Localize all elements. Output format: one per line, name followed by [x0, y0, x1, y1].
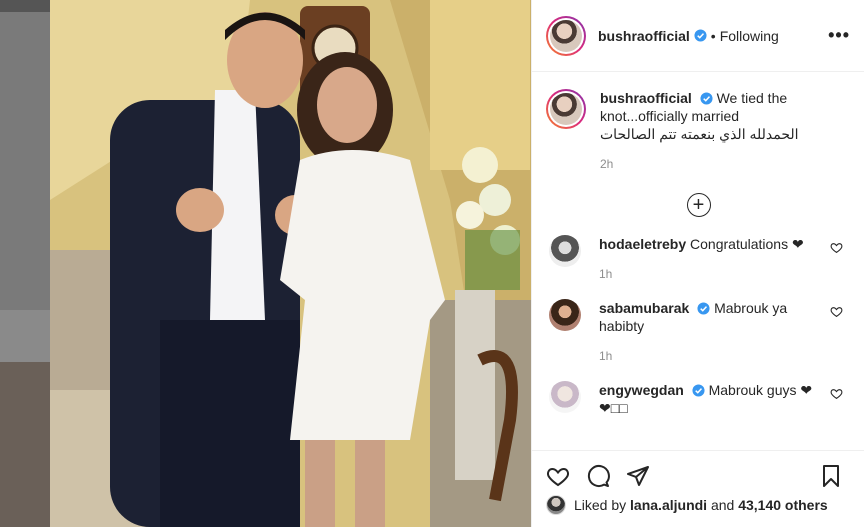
comment-body: engywegdan Mabrouk guys ❤ ❤□□	[599, 381, 825, 417]
backdrop-shape	[0, 0, 50, 12]
comments-list[interactable]: bushraofficial We tied the knot...offici…	[532, 73, 864, 450]
caption-avatar-inner	[548, 91, 584, 127]
comment-row: hodaeletreby Congratulations ❤ 1h	[546, 235, 851, 283]
comment-username[interactable]: engywegdan	[599, 382, 684, 398]
like-comment-heart-icon[interactable]	[830, 241, 843, 254]
author-avatar-image	[550, 19, 582, 52]
likes-and: and	[710, 497, 735, 513]
post-header: bushraofficial • Following •••	[532, 0, 864, 72]
caption-body: bushraofficial We tied the knot...offici…	[600, 89, 850, 173]
caption-timestamp[interactable]: 2h	[600, 155, 850, 173]
separator-dot: •	[710, 27, 716, 44]
caption-avatar-image	[550, 93, 582, 125]
caption-avatar[interactable]	[546, 89, 586, 129]
comment-username[interactable]: hodaeletreby	[599, 236, 686, 252]
caption-arabic-text: الحمدلله الذي بنعمته تتم الصالحات	[600, 126, 799, 142]
plus-circle-icon: +	[686, 193, 711, 217]
author-avatar[interactable]	[546, 15, 586, 56]
comment-body: hodaeletreby Congratulations ❤ 1h	[599, 235, 825, 283]
post-photo[interactable]	[50, 0, 531, 527]
comment-avatar[interactable]	[549, 235, 581, 267]
likes-prefix: Liked by	[574, 497, 627, 513]
verified-badge-icon	[697, 302, 710, 315]
comment-avatar[interactable]	[549, 299, 581, 331]
modal-backdrop[interactable]	[0, 0, 50, 527]
comment-timestamp[interactable]: 1h	[599, 347, 825, 365]
comment-bubble-icon[interactable]	[586, 464, 610, 488]
verified-badge-icon	[692, 384, 705, 397]
save-bookmark-icon[interactable]	[819, 464, 843, 488]
like-heart-icon[interactable]	[546, 464, 570, 488]
caption: bushraofficial We tied the knot...offici…	[546, 89, 851, 173]
more-options-icon[interactable]: •••	[828, 25, 850, 46]
comment-body: sabamubarak Mabrouk ya habibty 1h	[599, 299, 825, 365]
following-button[interactable]: Following	[720, 28, 779, 44]
post-actions-bar	[532, 450, 864, 500]
liker-username[interactable]: lana.aljundi	[630, 497, 707, 513]
backdrop-shape	[0, 310, 50, 362]
comment-row: engywegdan Mabrouk guys ❤ ❤□□	[546, 381, 851, 417]
liker-avatar[interactable]	[546, 495, 566, 515]
backdrop-shape	[0, 362, 50, 527]
share-paper-plane-icon[interactable]	[626, 464, 650, 488]
post-photo-illustration	[50, 0, 531, 527]
comment-avatar[interactable]	[549, 381, 581, 413]
verified-badge-icon	[694, 29, 707, 42]
verified-badge-icon	[700, 92, 713, 105]
comment-timestamp[interactable]: 1h	[599, 265, 825, 283]
likes-count[interactable]: 43,140 others	[738, 497, 828, 513]
load-more-comments-button[interactable]: +	[546, 193, 851, 217]
like-comment-heart-icon[interactable]	[830, 387, 843, 400]
comment-row: sabamubarak Mabrouk ya habibty 1h	[546, 299, 851, 365]
author-username[interactable]: bushraofficial	[598, 28, 690, 44]
author-avatar-inner	[548, 17, 584, 54]
like-comment-heart-icon[interactable]	[830, 305, 843, 318]
caption-username[interactable]: bushraofficial	[600, 90, 692, 106]
post-detail-panel: bushraofficial • Following ••• bushraoff…	[531, 0, 864, 527]
comment-username[interactable]: sabamubarak	[599, 300, 689, 316]
comment-text: Congratulations ❤	[690, 236, 804, 252]
likes-summary: Liked by lana.aljundi and 43,140 others	[532, 495, 864, 515]
